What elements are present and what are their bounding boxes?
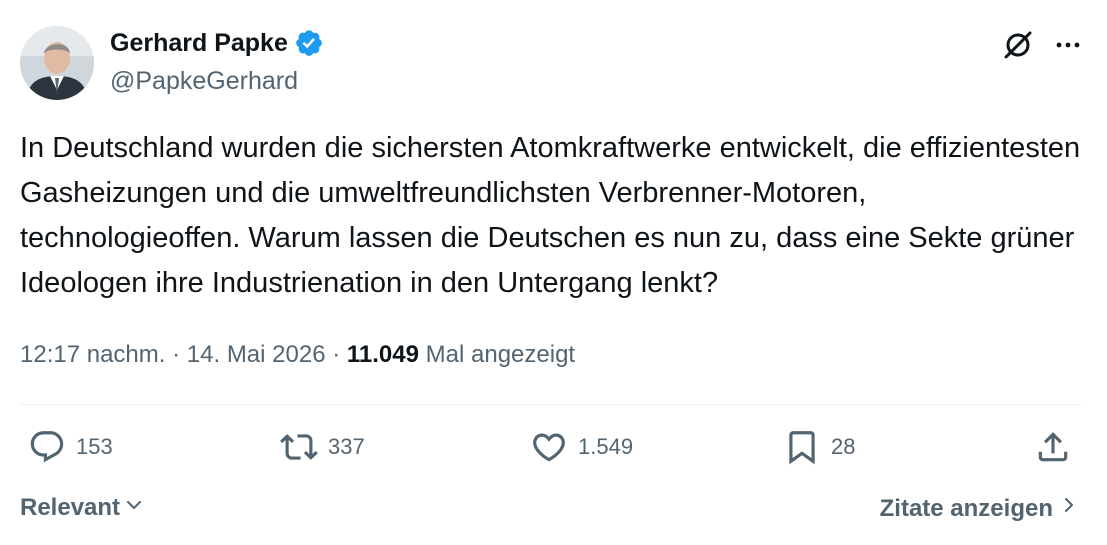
repost-button[interactable]: 337 bbox=[280, 428, 365, 466]
tweet-meta: 12:17 nachm. · 14. Mai 2026 · 11.049 Mal… bbox=[20, 339, 575, 371]
tweet-text: In Deutschland wurden die sichersten Ato… bbox=[20, 132, 1081, 299]
like-count: 1.549 bbox=[578, 434, 634, 459]
tweet-card: Gerhard Papke @PapkeGerhard In Deutschla… bbox=[0, 0, 1107, 545]
tweet-date[interactable]: 14. Mai 2026 bbox=[187, 341, 326, 368]
author-name-row: Gerhard Papke bbox=[110, 28, 324, 58]
grok-icon[interactable] bbox=[1001, 28, 1035, 62]
meta-separator: · bbox=[332, 341, 341, 368]
meta-separator: · bbox=[172, 341, 181, 368]
chevron-right-icon bbox=[1061, 494, 1077, 523]
share-icon bbox=[1034, 428, 1072, 466]
sort-dropdown[interactable]: Relevant bbox=[20, 494, 144, 522]
heart-icon bbox=[530, 428, 568, 466]
tweet-time[interactable]: 12:17 nachm. bbox=[20, 341, 165, 368]
reply-count: 153 bbox=[76, 434, 113, 459]
divider bbox=[20, 404, 1082, 405]
more-icon[interactable] bbox=[1053, 30, 1083, 60]
bookmark-icon bbox=[783, 428, 821, 466]
author-display-name[interactable]: Gerhard Papke bbox=[110, 28, 288, 58]
author-handle[interactable]: @PapkeGerhard bbox=[110, 66, 298, 96]
repost-icon bbox=[280, 428, 318, 466]
repost-count: 337 bbox=[328, 434, 365, 459]
share-button[interactable] bbox=[1034, 428, 1072, 466]
verified-badge-icon bbox=[294, 28, 324, 58]
bookmark-count: 28 bbox=[831, 434, 856, 459]
view-quotes-label: Zitate anzeigen bbox=[879, 494, 1053, 522]
views-count[interactable]: 11.049 bbox=[347, 341, 419, 368]
like-button[interactable]: 1.549 bbox=[530, 428, 633, 466]
reply-icon bbox=[28, 428, 66, 466]
chevron-down-icon bbox=[124, 494, 144, 522]
views-label: Mal angezeigt bbox=[425, 341, 576, 368]
avatar[interactable] bbox=[20, 26, 94, 100]
top-actions bbox=[1001, 28, 1083, 62]
reply-button[interactable]: 153 bbox=[28, 428, 113, 466]
sort-label: Relevant bbox=[20, 494, 121, 521]
bookmark-button[interactable]: 28 bbox=[783, 428, 855, 466]
view-quotes-link[interactable]: Zitate anzeigen bbox=[880, 494, 1077, 523]
